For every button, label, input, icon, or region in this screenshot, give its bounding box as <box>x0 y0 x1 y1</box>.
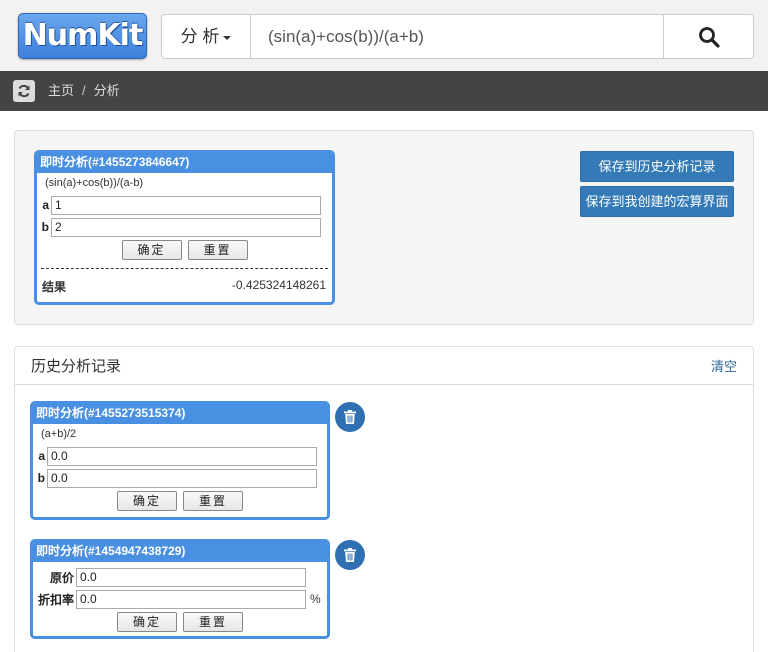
breadcrumb-home[interactable]: 主页 <box>48 83 74 98</box>
search-mode-dropdown[interactable]: 分 析 <box>162 15 251 58</box>
history-title: 历史分析记录 <box>31 358 122 375</box>
trash-icon <box>344 410 356 424</box>
field-input-original-price[interactable] <box>76 567 306 587</box>
field-label-b: b <box>37 471 45 485</box>
field-input-a[interactable] <box>47 446 317 466</box>
field-label-original-price: 原价 <box>49 570 74 585</box>
reset-button[interactable]: 重置 <box>187 240 248 260</box>
field-row-a: a <box>37 194 332 216</box>
search-icon <box>698 26 720 48</box>
widget-expression: (a+b)/2 <box>41 428 77 440</box>
field-row-original-price: 原价 <box>33 566 327 588</box>
history-widget: 即时分析(#1455273515374) (a+b)/2 a b 确定 重置 <box>30 401 330 520</box>
trash-icon <box>344 548 356 562</box>
widget-title: 即时分析(#1455273515374) <box>33 404 327 424</box>
widget-title: 即时分析(#1455273846647) <box>37 153 332 173</box>
history-widget: 即时分析(#1454947438729) 原价 折扣率 % 确定 重置 <box>30 539 330 639</box>
current-analysis-panel: 即时分析(#1455273846647) (sin(a)+cos(b))/(a-… <box>14 130 754 325</box>
field-unit-percent: % <box>310 592 321 606</box>
confirm-button[interactable]: 确定 <box>117 612 177 632</box>
refresh-icon <box>18 84 30 98</box>
search-input[interactable] <box>252 15 664 58</box>
widget-buttons: 确定 重置 <box>33 491 327 511</box>
breadcrumb-bar: 主页 / 分析 <box>0 71 768 111</box>
current-widget: 即时分析(#1455273846647) (sin(a)+cos(b))/(a-… <box>34 150 335 305</box>
save-history-button[interactable]: 保存到历史分析记录 <box>580 151 734 182</box>
refresh-button[interactable] <box>13 80 35 102</box>
confirm-button[interactable]: 确定 <box>121 240 182 260</box>
reset-button[interactable]: 重置 <box>183 612 243 632</box>
delete-history-button[interactable] <box>335 540 365 570</box>
widget-buttons: 确定 重置 <box>37 240 332 260</box>
breadcrumb-separator: / <box>82 83 86 98</box>
breadcrumb: 主页 / 分析 <box>48 71 120 111</box>
field-label-b: b <box>41 220 49 234</box>
field-input-a[interactable] <box>51 195 321 215</box>
history-panel: 历史分析记录 清空 即时分析(#1455273515374) (a+b)/2 a… <box>14 346 754 652</box>
field-input-b[interactable] <box>51 217 321 237</box>
result-value: -0.425324148261 <box>231 278 326 292</box>
result-label: 结果 <box>42 280 67 294</box>
field-label-discount-rate: 折扣率 <box>37 592 74 607</box>
field-row-a: a <box>33 445 327 467</box>
caret-down-icon <box>223 35 232 40</box>
search-button[interactable] <box>663 15 753 58</box>
field-input-discount-rate[interactable] <box>76 589 306 609</box>
save-macro-button[interactable]: 保存到我创建的宏算界面 <box>580 186 734 217</box>
field-row-discount-rate: 折扣率 % <box>33 588 327 610</box>
widget-title: 即时分析(#1454947438729) <box>33 542 327 562</box>
reset-button[interactable]: 重置 <box>183 491 243 511</box>
numkit-logo[interactable]: NumKit <box>18 13 147 59</box>
field-label-a: a <box>38 449 45 463</box>
search-mode-label: 分 析 <box>180 27 220 46</box>
field-row-b: b <box>33 467 327 489</box>
widget-buttons: 确定 重置 <box>33 612 327 632</box>
result-row: 结果 -0.425324148261 <box>37 269 332 295</box>
widget-expression: (sin(a)+cos(b))/(a-b) <box>45 177 144 189</box>
breadcrumb-current: 分析 <box>93 83 120 98</box>
delete-history-button[interactable] <box>335 402 365 432</box>
logo-text: NumKit <box>22 18 144 53</box>
field-row-b: b <box>37 216 332 238</box>
clear-history-link[interactable]: 清空 <box>711 356 737 375</box>
search-bar: 分 析 <box>161 14 754 59</box>
header: NumKit 分 析 <box>0 0 768 71</box>
confirm-button[interactable]: 确定 <box>117 491 177 511</box>
history-header: 历史分析记录 清空 <box>15 347 753 385</box>
field-input-b[interactable] <box>47 468 317 488</box>
field-label-a: a <box>42 198 49 212</box>
